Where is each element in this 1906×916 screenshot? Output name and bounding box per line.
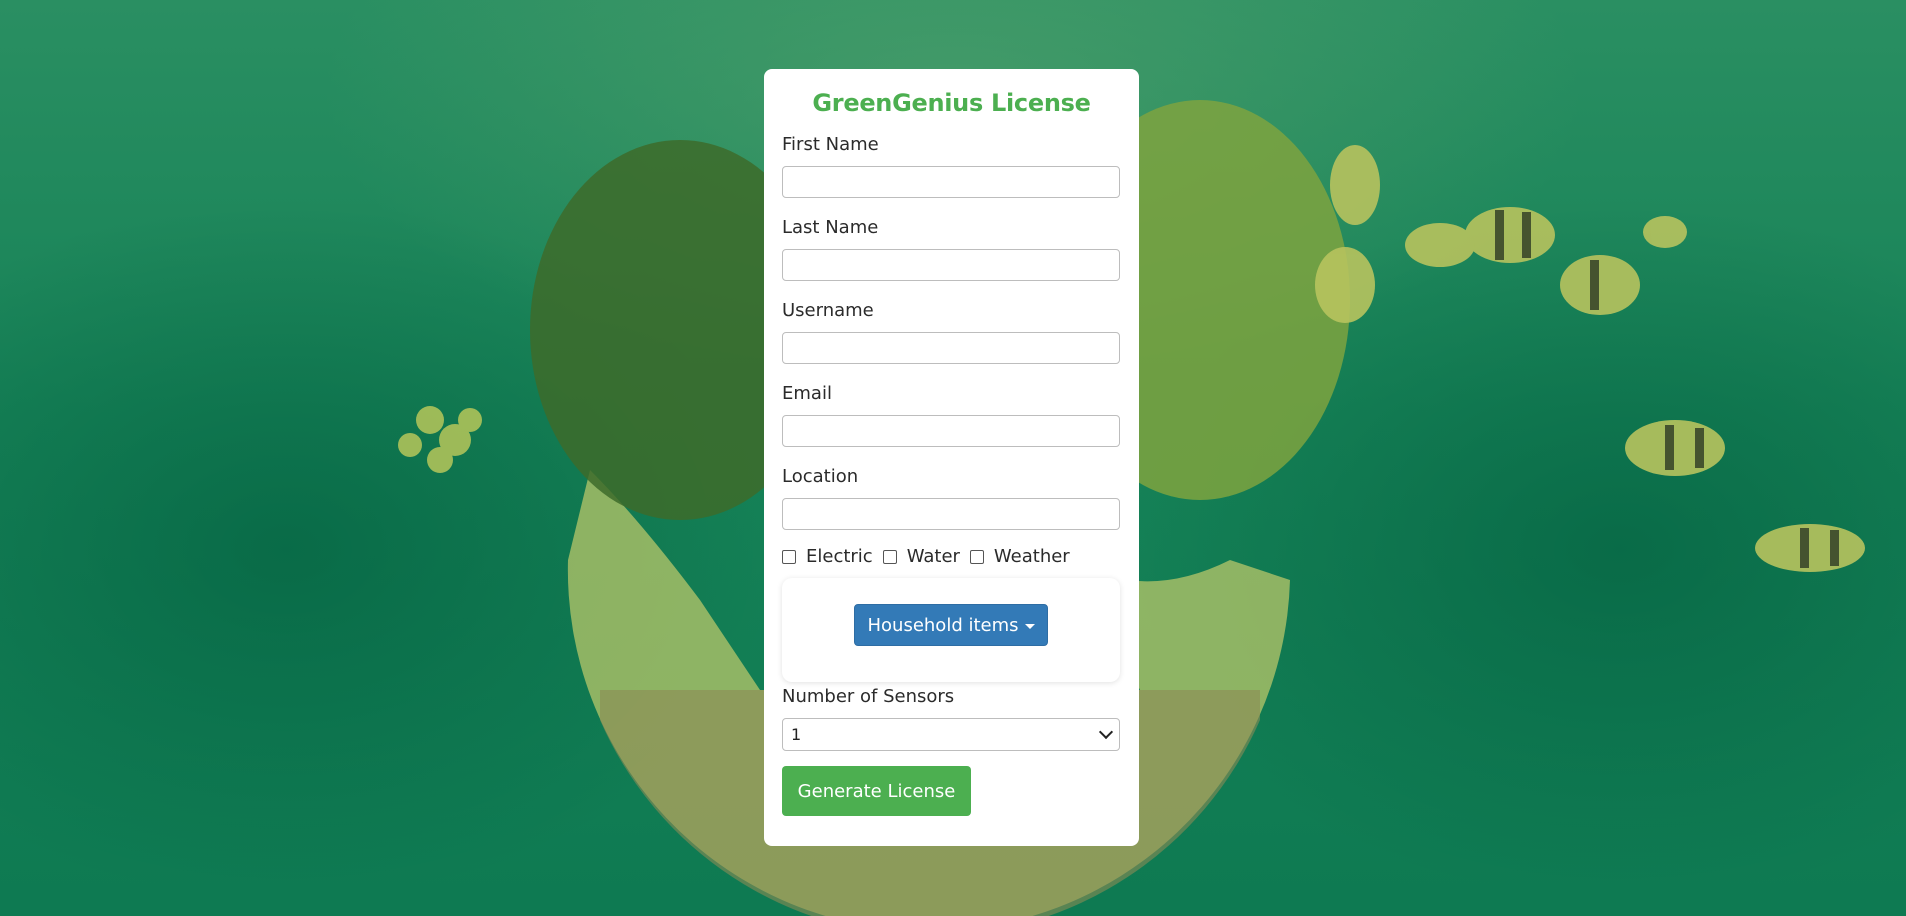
first-name-label: First Name bbox=[782, 134, 879, 155]
electric-label: Electric bbox=[806, 545, 873, 567]
location-input[interactable] bbox=[782, 498, 1120, 530]
last-name-label: Last Name bbox=[782, 217, 879, 238]
license-form-card: GreenGenius License First Name Last Name… bbox=[764, 69, 1139, 846]
username-input[interactable] bbox=[782, 332, 1120, 364]
fish-stripes bbox=[1495, 210, 1839, 568]
first-name-input[interactable] bbox=[782, 166, 1120, 198]
utility-checkboxes: Electric Water Weather bbox=[782, 544, 1121, 568]
last-name-input[interactable] bbox=[782, 249, 1120, 281]
generate-license-button[interactable]: Generate License bbox=[782, 766, 971, 816]
number-of-sensors-value: 1 bbox=[791, 725, 802, 744]
weather-label: Weather bbox=[993, 545, 1070, 567]
electric-checkbox[interactable] bbox=[782, 550, 796, 564]
caret-down-icon bbox=[1024, 623, 1035, 629]
form-title: GreenGenius License bbox=[812, 89, 1091, 117]
chevron-down-icon bbox=[1098, 724, 1114, 740]
household-items-panel: Household items bbox=[782, 578, 1120, 682]
water-checkbox[interactable] bbox=[882, 550, 897, 564]
bubble-cluster bbox=[398, 406, 482, 473]
household-items-dropdown-button[interactable]: Household items bbox=[854, 604, 1048, 646]
weather-checkbox[interactable] bbox=[969, 550, 984, 564]
household-items-label: Household items bbox=[867, 614, 1019, 636]
water-label: Water bbox=[906, 545, 960, 567]
fish-group bbox=[1315, 145, 1865, 572]
location-label: Location bbox=[782, 466, 859, 487]
email-input[interactable] bbox=[782, 415, 1120, 447]
number-of-sensors-select[interactable]: 1 bbox=[782, 718, 1120, 751]
number-of-sensors-label: Number of Sensors bbox=[782, 686, 955, 707]
username-label: Username bbox=[782, 300, 874, 321]
email-label: Email bbox=[782, 383, 832, 404]
